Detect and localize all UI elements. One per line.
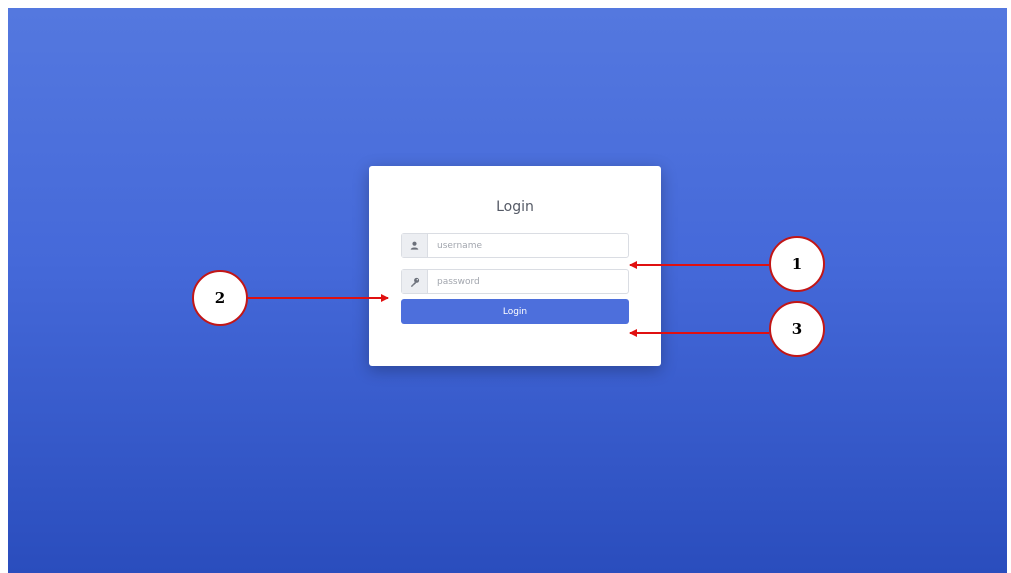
- page-background: Login Login: [8, 8, 1007, 573]
- annotation-arrows: [248, 261, 769, 337]
- callout-3: 3: [769, 301, 825, 357]
- callout-2: 2: [192, 270, 248, 326]
- callout-1: 1: [769, 236, 825, 292]
